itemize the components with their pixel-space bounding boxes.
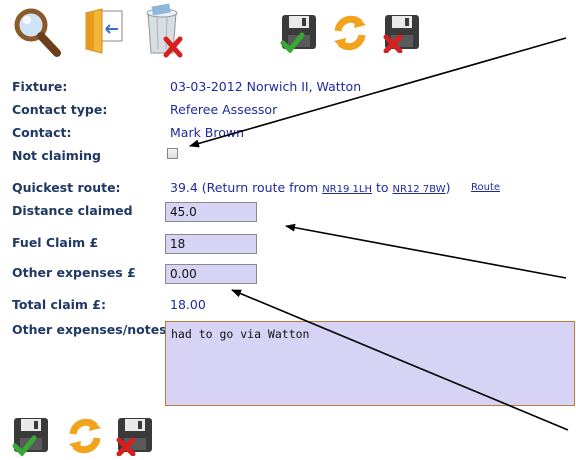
arrow-to-not-claiming xyxy=(189,37,567,148)
annotation-arrows xyxy=(189,37,569,431)
arrow-to-other-expenses xyxy=(231,289,569,431)
arrow-to-distance xyxy=(285,223,567,279)
